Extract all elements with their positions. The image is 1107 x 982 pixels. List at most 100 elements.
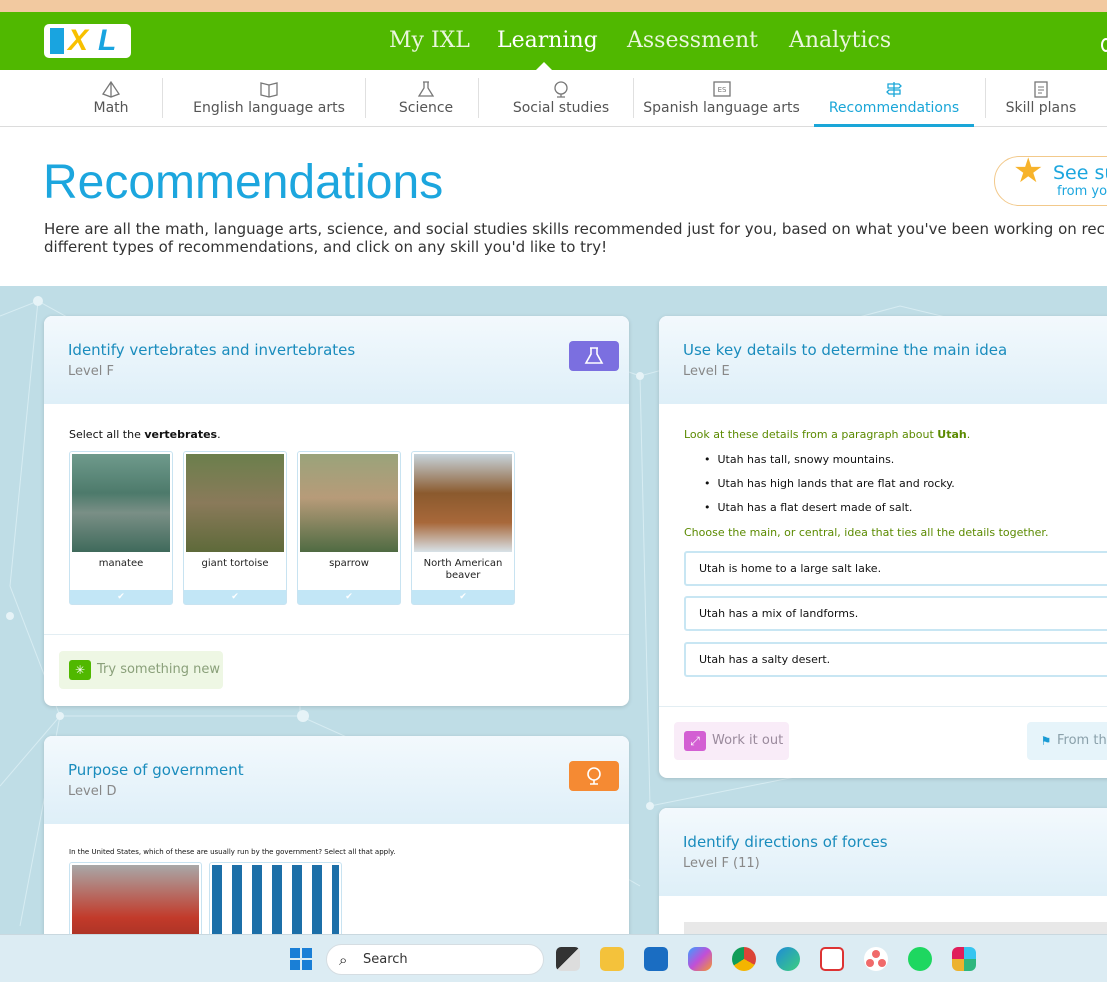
star-icon: ★ [1013, 151, 1044, 191]
tab-recommendations[interactable]: Recommendations [814, 70, 974, 127]
choice-label: sparrow [329, 558, 369, 569]
fire-truck-image [72, 865, 199, 934]
windows-start-icon[interactable] [289, 947, 313, 971]
try-something-new-label: Try something new [97, 662, 221, 677]
check-icon: ✔ [412, 590, 514, 604]
intro-end: . [966, 428, 971, 441]
pyramid-icon [102, 80, 120, 98]
answer-choice[interactable]: Utah is home to a large salt lake. [684, 551, 1107, 586]
tab-ela-label: English language arts [193, 100, 345, 116]
tab-social-studies-label: Social studies [512, 100, 610, 116]
tab-divider [478, 78, 479, 118]
skill-card-forces[interactable]: Identify directions of forces Level F (1… [659, 808, 1107, 934]
svg-text:ES: ES [717, 86, 726, 94]
choice-tile-fire-truck[interactable] [69, 862, 202, 934]
tab-skill-plans[interactable]: Skill plans [1000, 70, 1082, 127]
choice-tile-giant-tortoise[interactable]: giant tortoise ✔ [183, 451, 287, 605]
question-prompt: Select all the vertebrates. [69, 428, 221, 441]
windows-taskbar: ⌕ Search [0, 934, 1107, 982]
card-header: Identify directions of forces Level F (1… [659, 808, 1107, 896]
question-text: Choose the main, or central, idea that t… [684, 526, 1049, 539]
prompt-end: . [217, 428, 221, 441]
nav-assessment[interactable]: Assessment [627, 12, 758, 70]
copilot-icon[interactable] [688, 947, 712, 971]
intro-line-1: Here are all the math, language arts, sc… [44, 220, 1105, 238]
tab-math[interactable]: Math [75, 70, 147, 127]
spotify-icon[interactable] [908, 947, 932, 971]
check-icon: ✔ [70, 590, 172, 604]
card-header: Purpose of government Level D [44, 736, 629, 824]
taskbar-search[interactable]: ⌕ Search [326, 944, 544, 975]
from-the-button[interactable]: ⚑ From the [1027, 722, 1107, 760]
flask-icon [584, 347, 604, 364]
detail-bullet: • Utah has high lands that are flat and … [704, 477, 955, 490]
subject-tabs: Math English language arts Science Socia… [0, 70, 1107, 127]
tab-divider [633, 78, 634, 118]
card-header: Identify vertebrates and invertebrates L… [44, 316, 629, 404]
card-title[interactable]: Identify vertebrates and invertebrates [68, 341, 355, 359]
card-level: Level F [68, 364, 114, 379]
task-view-icon[interactable] [556, 947, 580, 971]
from-the-label: From the [1057, 733, 1107, 748]
file-explorer-icon[interactable] [600, 947, 624, 971]
edge-icon[interactable] [776, 947, 800, 971]
work-it-out-button[interactable]: ⤢ Work it out [674, 722, 789, 760]
chrome-icon[interactable] [732, 947, 756, 971]
page-title: Recommendations [43, 156, 444, 209]
choice-tile-manatee[interactable]: manatee ✔ [69, 451, 173, 605]
answer-choice[interactable]: Utah has a salty desert. [684, 642, 1107, 677]
top-nav: X L My IXL Learning Assessment Analytics [0, 12, 1107, 70]
see-suggestions-button[interactable]: ★ See su from yo [994, 151, 1107, 206]
card-title[interactable]: Purpose of government [68, 761, 244, 779]
skill-card-vertebrates[interactable]: Identify vertebrates and invertebrates L… [44, 316, 629, 706]
tab-skill-plans-label: Skill plans [1005, 100, 1077, 116]
card-title[interactable]: Use key details to determine the main id… [683, 341, 1007, 359]
tab-recommendations-label: Recommendations [828, 100, 960, 116]
tab-science[interactable]: Science [390, 70, 462, 127]
intro-bold: Utah [937, 428, 967, 441]
skill-card-government[interactable]: Purpose of government Level D In the Uni… [44, 736, 629, 934]
choice-label: manatee [98, 558, 144, 569]
outlook-icon[interactable] [644, 947, 668, 971]
globe-icon [587, 767, 601, 785]
answer-choice[interactable]: Utah has a mix of landforms. [684, 596, 1107, 631]
tab-science-label: Science [398, 100, 454, 116]
question-preview [684, 922, 1107, 934]
choice-label: giant tortoise [201, 558, 269, 569]
choice-tile-sparrow[interactable]: sparrow ✔ [297, 451, 401, 605]
ixl-logo[interactable]: X L [44, 24, 131, 58]
snipping-tool-icon[interactable] [820, 947, 844, 971]
search-icon: ⌕ [339, 951, 348, 969]
nav-analytics[interactable]: Analytics [789, 12, 891, 70]
skill-card-main-idea[interactable]: Use key details to determine the main id… [659, 316, 1107, 778]
beaver-image [414, 454, 512, 552]
tab-divider [365, 78, 366, 118]
page-intro: Here are all the math, language arts, sc… [44, 220, 1107, 256]
card-level: Level F (11) [683, 856, 760, 871]
prompt-text: Select all the [69, 428, 145, 441]
choice-tile-market[interactable] [209, 862, 342, 934]
card-header: Use key details to determine the main id… [659, 316, 1107, 404]
tab-spanish-language-arts[interactable]: ES Spanish language arts [640, 70, 803, 127]
bullet-text: Utah has tall, snowy mountains. [717, 453, 895, 466]
active-nav-caret [536, 62, 552, 70]
tab-social-studies[interactable]: Social studies [506, 70, 616, 127]
try-something-new-button[interactable]: ✳ Try something new [59, 651, 223, 689]
choice-tile-beaver[interactable]: North American beaver ✔ [411, 451, 515, 605]
nav-my-ixl[interactable]: My IXL [389, 12, 470, 70]
asana-icon[interactable] [864, 947, 888, 971]
detail-bullet: • Utah has a flat desert made of salt. [704, 501, 913, 514]
slack-icon[interactable] [952, 947, 976, 971]
see-button-line-1: See su [1053, 162, 1107, 184]
tab-math-label: Math [93, 100, 129, 116]
book-icon [260, 82, 278, 98]
es-book-icon: ES [712, 81, 731, 97]
search-icon[interactable] [1101, 38, 1107, 52]
choice-label: North American beaver [423, 558, 503, 581]
bullet-text: Utah has a flat desert made of salt. [717, 501, 913, 514]
card-divider [659, 706, 1107, 707]
recommendations-board: Identify vertebrates and invertebrates L… [0, 286, 1107, 934]
bullet-text: Utah has high lands that are flat and ro… [717, 477, 955, 490]
card-title[interactable]: Identify directions of forces [683, 833, 888, 851]
tab-english-language-arts[interactable]: English language arts [188, 70, 350, 127]
